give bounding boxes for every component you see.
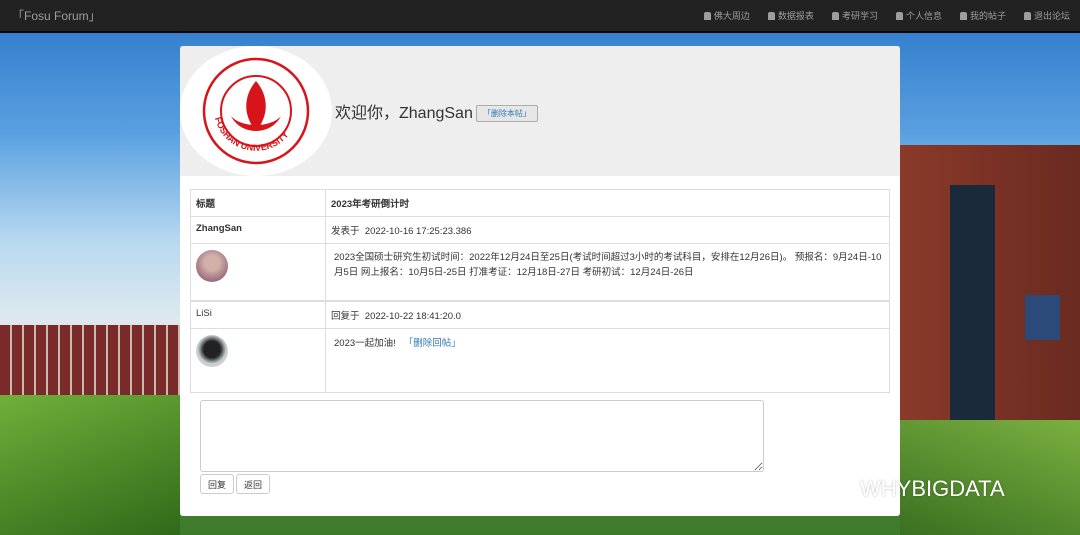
- university-logo: FOSHAN UNIVERSITY: [180, 46, 332, 176]
- reply-textarea[interactable]: [200, 400, 764, 472]
- post-panel: FOSHAN UNIVERSITY 欢迎你，ZhangSan 「删除本帖」 标题…: [180, 46, 900, 516]
- table-row: 2023一起加油! 「删除回帖」: [190, 327, 890, 393]
- watermark: WHYBIGDATA: [820, 476, 1005, 502]
- avatar-cell: [190, 243, 326, 301]
- table-row: ZhangSan 发表于 2022-10-16 17:25:23.386: [190, 216, 890, 244]
- watermark-text: WHYBIGDATA: [860, 476, 1005, 501]
- background-building-left: [0, 325, 180, 395]
- navbar: 「Fosu Forum」 佛大周边 数据报表 考研学习 个人信息 我的帖子 退出…: [0, 0, 1080, 33]
- post-title: 2023年考研倒计时: [325, 189, 890, 217]
- nav-item-study[interactable]: 考研学习: [831, 9, 878, 22]
- nav-label: 个人信息: [905, 11, 942, 21]
- reply-time: 2022-10-22 18:41:20.0: [364, 310, 461, 322]
- wechat-icon: [820, 477, 853, 500]
- posted-time: 2022-10-16 17:25:23.386: [364, 226, 472, 237]
- post-meta: 发表于 2022-10-16 17:25:23.386: [325, 216, 890, 244]
- delete-reply-link[interactable]: 「删除回帖」: [404, 338, 461, 349]
- edit-icon: [831, 11, 839, 20]
- back-button[interactable]: 返回: [236, 474, 271, 494]
- avatar-cell: [190, 327, 326, 393]
- table-row: 标题 2023年考研倒计时: [190, 189, 890, 217]
- delete-post-button[interactable]: 「删除本帖」: [475, 104, 538, 122]
- background-building-right: [900, 145, 1080, 425]
- title-label: 标题: [190, 189, 326, 217]
- background-grass-left: [0, 395, 180, 535]
- nav-item-logout[interactable]: 退出论坛: [1023, 9, 1070, 22]
- post-author: ZhangSan: [190, 216, 326, 244]
- nav-item-profile[interactable]: 个人信息: [895, 9, 942, 22]
- nav-label: 退出论坛: [1033, 11, 1070, 21]
- posted-prefix: 发表于: [331, 226, 360, 237]
- nav-item-my-posts[interactable]: 我的帖子: [959, 9, 1006, 22]
- user-icon: [767, 11, 775, 20]
- avatar: [196, 334, 228, 367]
- table-row: 2023全国硕士研究生初试时间：2022年12月24日至25日(考试时间超过3小…: [190, 243, 890, 301]
- header-jumbotron: FOSHAN UNIVERSITY 欢迎你，ZhangSan 「删除本帖」: [180, 46, 900, 176]
- nav-menu: 佛大周边 数据报表 考研学习 个人信息 我的帖子 退出论坛: [703, 9, 1070, 22]
- book-icon: [959, 11, 967, 20]
- nav-label: 数据报表: [777, 11, 814, 21]
- reply-content-cell: 2023一起加油! 「删除回帖」: [325, 327, 890, 393]
- flag-icon: [703, 11, 711, 20]
- table-row: LiSi 回复于 2022-10-22 18:41:20.0: [190, 300, 890, 329]
- nav-item-reports[interactable]: 数据报表: [767, 9, 814, 22]
- brand-link[interactable]: 「Fosu Forum」: [12, 7, 101, 24]
- post-table: 标题 2023年考研倒计时 ZhangSan 发表于 2022-10-16 17…: [190, 189, 890, 393]
- welcome-text: 欢迎你，ZhangSan: [335, 105, 473, 122]
- reply-button[interactable]: 回复: [200, 474, 235, 494]
- avatar: [196, 250, 228, 282]
- reply-content: 2023一起加油!: [334, 337, 396, 349]
- reply-meta: 回复于 2022-10-22 18:41:20.0: [325, 300, 890, 329]
- nav-label: 佛大周边: [713, 11, 750, 21]
- user-icon: [1023, 11, 1031, 20]
- reply-author: LiSi: [190, 300, 326, 329]
- nav-item-nearby[interactable]: 佛大周边: [703, 9, 750, 22]
- reply-prefix: 回复于: [331, 310, 360, 322]
- nav-label: 我的帖子: [969, 11, 1006, 21]
- nav-label: 考研学习: [841, 11, 878, 21]
- user-icon: [895, 11, 903, 20]
- post-content: 2023全国硕士研究生初试时间：2022年12月24日至25日(考试时间超过3小…: [325, 243, 890, 301]
